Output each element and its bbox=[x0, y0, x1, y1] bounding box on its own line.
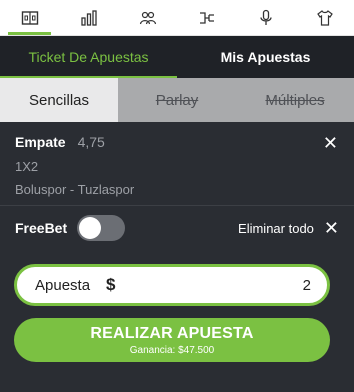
lineups-icon bbox=[139, 11, 156, 24]
toolbar-stats[interactable] bbox=[59, 0, 118, 35]
selection-header: Empate 4,75 bbox=[15, 134, 339, 150]
toolbar-microphone[interactable] bbox=[236, 0, 295, 35]
selection-bet-type: 1X2 bbox=[15, 159, 39, 174]
bottom-area bbox=[0, 372, 354, 392]
selection-match: Boluspor - Tuzlaspor bbox=[15, 182, 135, 197]
microphone-icon bbox=[259, 9, 272, 25]
freebet-toggle[interactable] bbox=[77, 215, 126, 241]
freebet-row: FreeBet Eliminar todo ✕ bbox=[0, 207, 354, 249]
toolbar-shirt[interactable] bbox=[295, 0, 354, 35]
freebet-label: FreeBet bbox=[15, 220, 68, 236]
scoreboard-icon bbox=[21, 10, 38, 25]
stake-input[interactable]: Apuesta $ 2 bbox=[14, 264, 330, 306]
potential-winnings: Ganancia: $47.500 bbox=[129, 344, 215, 356]
toolbar-scoreboard[interactable] bbox=[0, 0, 59, 35]
tab-bet-ticket[interactable]: Ticket De Apuestas bbox=[0, 36, 177, 78]
bet-type-singles[interactable]: Sencillas bbox=[0, 78, 118, 122]
toolbar-lineups[interactable] bbox=[118, 0, 177, 35]
clear-all-button[interactable]: Eliminar todo ✕ bbox=[238, 219, 339, 237]
tab-my-bets[interactable]: Mis Apuestas bbox=[177, 36, 354, 78]
shirt-icon bbox=[316, 9, 333, 26]
toolbar-bracket[interactable] bbox=[177, 0, 236, 35]
bet-selection: Empate 4,75 1X2 Boluspor - Tuzlaspor ✕ bbox=[0, 122, 354, 206]
place-bet-button[interactable]: REALIZAR APUESTA Ganancia: $47.500 bbox=[14, 318, 330, 362]
remove-selection-close-icon[interactable]: ✕ bbox=[323, 134, 338, 152]
bet-type-parlay[interactable]: Parlay bbox=[118, 78, 236, 122]
stake-label: Apuesta bbox=[35, 276, 91, 294]
stake-currency: $ bbox=[106, 275, 116, 294]
stake-value[interactable]: 2 bbox=[303, 277, 311, 294]
selection-odds: 4,75 bbox=[77, 134, 105, 150]
stats-icon bbox=[80, 9, 97, 26]
toggle-knob bbox=[79, 217, 102, 239]
ticket-tabs: Ticket De Apuestas Mis Apuestas bbox=[0, 36, 354, 78]
bet-type-multiples[interactable]: Múltiples bbox=[236, 78, 354, 122]
selection-market: Empate bbox=[15, 134, 66, 150]
clear-all-close-icon: ✕ bbox=[323, 218, 339, 238]
bet-type-selector: Sencillas Parlay Múltiples bbox=[0, 78, 354, 122]
clear-all-label: Eliminar todo bbox=[238, 220, 314, 236]
bracket-icon bbox=[199, 11, 214, 24]
top-toolbar bbox=[0, 0, 354, 36]
place-bet-label: REALIZAR APUESTA bbox=[90, 324, 254, 342]
